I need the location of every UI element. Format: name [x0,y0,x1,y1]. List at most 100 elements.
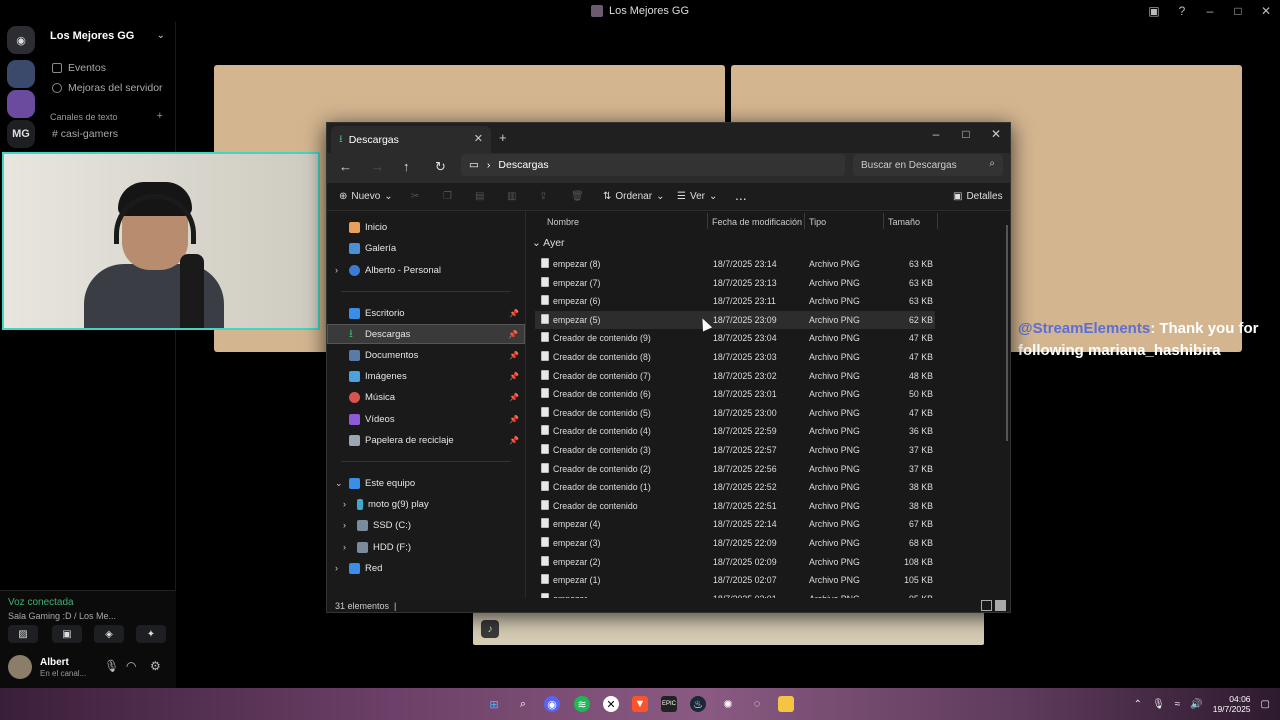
nav-item-descargas[interactable]: ⭳ Descargas 📌 [327,324,525,344]
nav-item-inicio[interactable]: Inicio [327,217,525,237]
app-icon[interactable]: ◌ [749,696,765,712]
file-explorer-icon[interactable] [778,696,794,712]
nav-item-papelera[interactable]: Papelera de reciclaje 📌 [327,430,525,450]
clock[interactable]: 04:06 19/7/2025 [1213,694,1251,714]
file-row[interactable]: empezar18/7/2025 02:01Archivo PNG95 KB [535,590,935,598]
forward-icon[interactable]: → [371,159,384,174]
mic-icon[interactable]: ♪ [481,620,499,638]
address-bar[interactable]: ▭ › Descargas [461,154,845,176]
camera-off-button[interactable]: ▨ [8,625,38,643]
inbox-icon[interactable]: ▣ [1140,4,1168,18]
scrollbar[interactable] [1006,225,1008,441]
nav-item-galeria[interactable]: Galería [327,238,525,258]
notification-icon[interactable]: ▢ [1261,699,1270,710]
sidebar-item-events[interactable]: Eventos [52,62,106,74]
file-row[interactable]: Creador de contenido 18/7/2025 22:51 Archi… [535,497,935,516]
chevron-right-icon[interactable]: › [343,520,346,530]
chevron-down-icon[interactable]: ⌄ [335,478,343,489]
share-icon[interactable]: ⇪ [539,191,547,202]
new-button[interactable]: ⊕ Nuevo ⌄ [339,191,393,202]
discord-home-icon[interactable]: ◉ [7,26,35,54]
nav-item-red[interactable]: › Red [327,558,525,578]
cut-icon[interactable]: ✂ [411,191,419,202]
nav-item-ssd[interactable]: › SSD (C:) [327,515,525,535]
volume-icon[interactable]: 🔊 [1190,699,1202,710]
search-input[interactable]: Buscar en Descargas ⌕ [853,154,1003,176]
column-size[interactable]: Tamaño [888,217,920,227]
rename-icon[interactable]: ▥ [507,191,516,202]
nav-item-documentos[interactable]: Documentos 📌 [327,345,525,365]
file-row[interactable]: Creador de contenido (4) 18/7/2025 22:59 A… [535,422,935,441]
minimize-button[interactable]: – [1196,4,1224,18]
new-tab-button[interactable]: + [499,130,507,145]
file-row[interactable]: Creador de contenido (2) 18/7/2025 22:56 A… [535,460,935,479]
delete-icon[interactable]: 🗑 [571,191,584,202]
file-row[interactable]: empezar (2) 18/7/2025 02:09 Archivo PNG 108… [535,553,935,572]
nav-item-escritorio[interactable]: Escritorio 📌 [327,303,525,323]
close-button[interactable]: ✕ [981,127,1011,141]
back-icon[interactable]: ← [339,159,352,174]
file-row[interactable]: Creador de contenido (9) 18/7/2025 23:04 A… [535,329,935,348]
file-row[interactable]: Creador de contenido (1) 18/7/2025 22:52 A… [535,478,935,497]
file-row[interactable]: Creador de contenido (8) 18/7/2025 23:03 A… [535,348,935,367]
chevron-up-icon[interactable]: ⌃ [1134,699,1142,710]
file-row[interactable]: empezar (4) 18/7/2025 22:14 Archivo PNG 67 … [535,515,935,534]
column-date[interactable]: Fecha de modificación [712,217,802,227]
voice-room[interactable]: Sala Gaming :D / Los Me... [8,611,116,621]
chevron-right-icon[interactable]: › [343,542,346,552]
file-row[interactable]: empezar (8) 18/7/2025 23:14 Archivo PNG 63 … [535,255,935,274]
start-icon[interactable]: ⊞ [486,696,502,712]
chatgpt-icon[interactable]: ✺ [720,696,736,712]
brave-icon[interactable]: ▼ [632,696,648,712]
search-icon[interactable]: ⌕ [515,696,531,712]
view-button[interactable]: ☰ Ver ⌄ [677,191,717,202]
file-row[interactable]: empezar (7) 18/7/2025 23:13 Archivo PNG 63 … [535,274,935,293]
server-name[interactable]: Los Mejores GG [50,30,134,42]
screen-share-button[interactable]: ▣ [52,625,82,643]
more-options-button[interactable]: ... [735,187,747,203]
spotify-icon[interactable]: ≋ [574,696,590,712]
file-row[interactable]: empezar (1) 18/7/2025 02:07 Archivo PNG 105… [535,571,935,590]
nav-item-musica[interactable]: Música 📌 [327,387,525,407]
paste-icon[interactable]: ▤ [475,191,484,202]
category-label[interactable]: Canales de texto [50,112,118,122]
file-row[interactable]: empezar (5) 18/7/2025 23:09 Archivo PNG 62 … [535,310,935,330]
discord-icon[interactable]: ◉ [544,696,560,712]
mic-icon[interactable]: 🎙 [104,659,119,673]
channel-item[interactable]: # casi-gamers [52,128,118,140]
headphones-icon[interactable]: ◠ [126,659,136,673]
nav-item-onedrive[interactable]: › Alberto - Personal [327,260,525,280]
chevron-right-icon[interactable]: › [343,499,346,509]
column-name[interactable]: Nombre [547,217,579,227]
steam-icon[interactable]: ♨ [690,696,706,712]
tab-descargas[interactable]: ⭳ Descargas ✕ [331,126,491,153]
copy-icon[interactable]: ❐ [443,191,452,202]
file-row[interactable]: empezar (3) 18/7/2025 22:09 Archivo PNG 68 … [535,534,935,553]
server-icon[interactable] [7,60,35,88]
maximize-button[interactable]: □ [951,127,981,141]
minimize-button[interactable]: – [921,127,951,141]
nav-item-este-equipo[interactable]: ⌄ Este equipo [327,473,525,493]
details-button[interactable]: ▣ Detalles [953,191,1003,202]
group-header[interactable]: ⌄ Ayer [532,237,565,249]
refresh-icon[interactable]: ↻ [435,159,446,175]
voice-status[interactable]: Voz conectada [8,597,74,608]
file-row[interactable]: Creador de contenido (3) 18/7/2025 22:57 A… [535,441,935,460]
sidebar-item-boosts[interactable]: Mejoras del servidor [52,82,163,94]
mic-icon[interactable]: 🎙 [1152,699,1165,710]
wifi-icon[interactable]: ≈ [1175,699,1181,710]
tiles-view-button[interactable] [995,600,1006,611]
add-channel-icon[interactable]: + [157,110,163,122]
nav-item-hdd[interactable]: › HDD (F:) [327,537,525,557]
nav-item-imagenes[interactable]: Imágenes 📌 [327,366,525,386]
nav-item-moto[interactable]: › moto g(9) play [327,494,525,514]
nav-item-videos[interactable]: Vídeos 📌 [327,409,525,429]
close-button[interactable]: ✕ [1252,4,1280,18]
chevron-right-icon[interactable]: › [335,563,338,573]
sort-button[interactable]: ⇅ Ordenar ⌄ [603,191,664,202]
activity-button[interactable]: ◈ [94,625,124,643]
file-row[interactable]: Creador de contenido (5) 18/7/2025 23:00 A… [535,404,935,423]
up-icon[interactable]: ↑ [403,159,410,174]
maximize-button[interactable]: □ [1224,4,1252,18]
server-icon[interactable] [7,90,35,118]
